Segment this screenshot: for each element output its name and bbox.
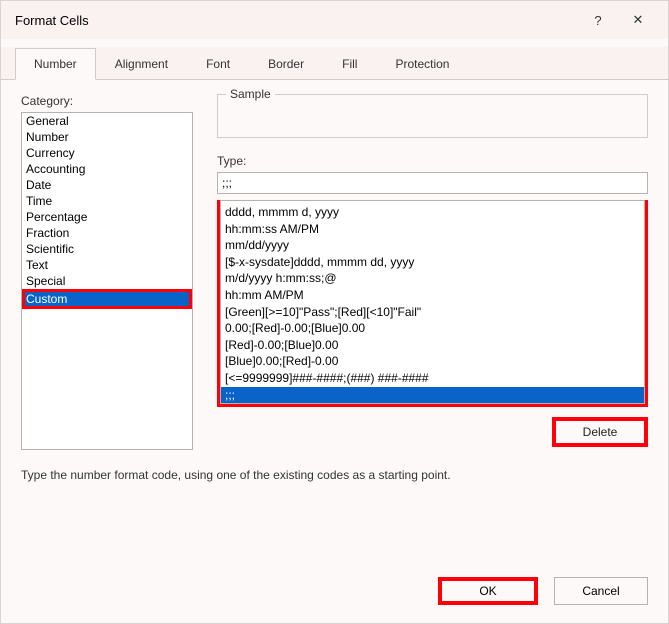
tab-number[interactable]: Number: [15, 48, 96, 80]
delete-row: Delete: [217, 417, 648, 447]
dialog-button-row: OK Cancel: [21, 563, 648, 605]
sample-box: Sample: [217, 94, 648, 138]
hint-text: Type the number format code, using one o…: [21, 468, 648, 482]
category-item-scientific[interactable]: Scientific: [22, 241, 192, 257]
type-item[interactable]: 0.00;[Red]-0.00;[Blue]0.00: [221, 320, 644, 337]
category-item-custom[interactable]: Custom: [22, 289, 192, 309]
type-item[interactable]: [<=9999999]###-####;(###) ###-####: [221, 370, 644, 387]
sample-label: Sample: [226, 87, 275, 101]
dialog-window: Format Cells ? ✕ Number Alignment Font B…: [0, 0, 669, 624]
detail-column: Sample Type: dddd, mmmm d, yyyy hh:mm:ss…: [217, 94, 648, 450]
type-item[interactable]: [Blue]0.00;[Red]-0.00: [221, 353, 644, 370]
type-item[interactable]: [Green][>=10]"Pass";[Red][<10]"Fail": [221, 304, 644, 321]
category-item-date[interactable]: Date: [22, 177, 192, 193]
tab-fill[interactable]: Fill: [323, 48, 376, 80]
tab-protection[interactable]: Protection: [376, 48, 468, 80]
type-item[interactable]: [Red]-0.00;[Blue]0.00: [221, 337, 644, 354]
dialog-title: Format Cells: [15, 13, 578, 28]
type-item[interactable]: hh:mm AM/PM: [221, 287, 644, 304]
category-item-currency[interactable]: Currency: [22, 145, 192, 161]
category-item-general[interactable]: General: [22, 113, 192, 129]
type-input[interactable]: [217, 172, 648, 194]
type-listbox[interactable]: dddd, mmmm d, yyyy hh:mm:ss AM/PM mm/dd/…: [220, 200, 645, 404]
tab-row: Number Alignment Font Border Fill Protec…: [1, 47, 668, 80]
help-button[interactable]: ?: [578, 5, 618, 35]
type-item[interactable]: m/d/yyyy h:mm:ss;@: [221, 270, 644, 287]
type-item[interactable]: mm/dd/yyyy: [221, 237, 644, 254]
tab-content: Category: General Number Currency Accoun…: [1, 80, 668, 570]
delete-button[interactable]: Delete: [552, 417, 648, 447]
type-item-selected[interactable]: ;;;: [221, 387, 644, 404]
type-list-highlight: dddd, mmmm d, yyyy hh:mm:ss AM/PM mm/dd/…: [217, 200, 648, 407]
category-label: Category:: [21, 94, 193, 108]
dialog-body: Number Alignment Font Border Fill Protec…: [1, 39, 668, 623]
category-listbox[interactable]: General Number Currency Accounting Date …: [21, 112, 193, 450]
type-label: Type:: [217, 154, 648, 168]
type-item[interactable]: hh:mm:ss AM/PM: [221, 221, 644, 238]
category-column: Category: General Number Currency Accoun…: [21, 94, 193, 450]
category-item-time[interactable]: Time: [22, 193, 192, 209]
category-item-number[interactable]: Number: [22, 129, 192, 145]
tab-alignment[interactable]: Alignment: [96, 48, 187, 80]
category-item-fraction[interactable]: Fraction: [22, 225, 192, 241]
type-item[interactable]: [$-x-sysdate]dddd, mmmm dd, yyyy: [221, 254, 644, 271]
main-row: Category: General Number Currency Accoun…: [21, 94, 648, 450]
category-item-text[interactable]: Text: [22, 257, 192, 273]
type-item[interactable]: dddd, mmmm d, yyyy: [221, 204, 644, 221]
close-button[interactable]: ✕: [618, 5, 658, 35]
category-item-accounting[interactable]: Accounting: [22, 161, 192, 177]
ok-button[interactable]: OK: [438, 577, 538, 605]
tab-font[interactable]: Font: [187, 48, 249, 80]
titlebar: Format Cells ? ✕: [1, 1, 668, 39]
category-item-percentage[interactable]: Percentage: [22, 209, 192, 225]
category-item-special[interactable]: Special: [22, 273, 192, 289]
tab-border[interactable]: Border: [249, 48, 323, 80]
cancel-button[interactable]: Cancel: [554, 577, 648, 605]
